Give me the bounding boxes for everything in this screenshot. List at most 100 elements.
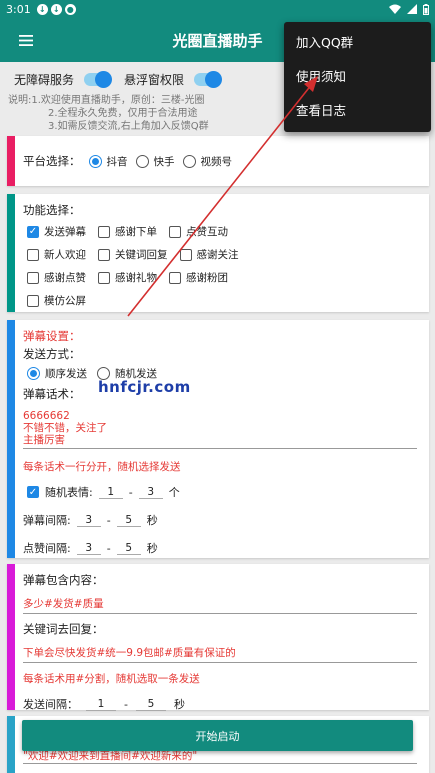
battery-icon (423, 3, 429, 15)
checkbox-icon (98, 271, 110, 284)
menu-item-view-log[interactable]: 查看日志 (284, 92, 431, 126)
send-mode-label: 发送方式： (23, 347, 81, 361)
send-interval-label: 发送间隔： (23, 698, 78, 711)
checkbox-icon (169, 271, 181, 284)
feature-thank-follow[interactable]: 感谢关注 (179, 247, 239, 262)
feature-thank-like[interactable]: 感谢点赞 (27, 270, 86, 285)
script-hint: 每条话术一行分开，随机选择发送 (23, 461, 181, 473)
watermark: hnfcjr.com (98, 378, 191, 396)
checkbox-icon (27, 248, 39, 261)
checkbox-icon (27, 294, 39, 307)
option-label: 视频号 (200, 155, 233, 168)
feature-label: 发送弹幕 (44, 226, 86, 238)
checkbox-icon (98, 225, 110, 238)
feature-thank-gift[interactable]: 感谢礼物 (98, 270, 157, 285)
menu-item-join-qq-group[interactable]: 加入QQ群 (284, 24, 431, 58)
range-dash: - (128, 485, 133, 499)
app-notification-icon: ● (64, 3, 76, 15)
danmu-interval-label: 弹幕间隔: (23, 514, 71, 527)
danmu-interval-min-input[interactable]: 3 (76, 514, 101, 527)
hamburger-icon (19, 34, 33, 46)
option-label: 抖音 (106, 155, 128, 168)
start-button[interactable]: 开始启动 (22, 720, 413, 751)
script-line: 主播厉害 (23, 434, 65, 446)
accessibility-switch[interactable] (84, 70, 113, 88)
feature-welcome-new[interactable]: 新人欢迎 (27, 247, 86, 262)
keyword-card-accent (7, 564, 15, 710)
like-interval-max-input[interactable]: 5 (116, 542, 141, 555)
danmu-card-accent (7, 320, 15, 558)
overflow-menu: 加入QQ群 使用须知 查看日志 (284, 22, 431, 132)
welcome-card-accent (7, 716, 15, 773)
feature-thank-order[interactable]: 感谢下单 (98, 224, 157, 239)
accessibility-toggle-group: 无障碍服务 (14, 70, 113, 88)
checkbox-icon (169, 225, 181, 238)
random-emoji-checkbox[interactable]: ✓ (27, 486, 39, 498)
feature-send-danmu[interactable]: ✓ 发送弹幕 (27, 224, 86, 239)
mode-sequential[interactable]: 顺序发送 (27, 366, 87, 381)
range-dash: - (106, 513, 111, 527)
script-label: 弹幕话术： (23, 387, 81, 401)
emoji-min-input[interactable]: 1 (98, 486, 123, 499)
contains-input[interactable]: 多少#发货#质量 (23, 596, 417, 614)
send-interval-max-input[interactable]: 5 (135, 698, 166, 711)
emoji-max-input[interactable]: 3 (138, 486, 163, 499)
send-interval-unit: 秒 (173, 698, 185, 711)
send-interval-min-input[interactable]: 1 (86, 698, 116, 711)
feature-thank-fanclub[interactable]: 感谢粉团 (169, 270, 228, 285)
feature-keyword-reply[interactable]: 关键词回复 (98, 247, 168, 262)
random-emoji-label: 随机表情: (45, 486, 93, 499)
checkbox-checked-icon: ✓ (27, 225, 39, 238)
like-interval-label: 点赞间隔: (23, 542, 71, 555)
reply-label: 关键词去回复： (23, 622, 104, 636)
feature-label: 感谢礼物 (115, 272, 157, 284)
feature-label: 新人欢迎 (44, 249, 86, 261)
hamburger-menu-button[interactable] (0, 18, 52, 62)
platform-option-douyin[interactable]: 抖音 (88, 154, 128, 169)
danmu-interval-max-input[interactable]: 5 (116, 514, 141, 527)
checkbox-icon (98, 248, 110, 261)
danmu-script-input[interactable]: 6666662 不错不错，关注了 主播厉害 (23, 410, 417, 449)
download-notification-icon: ↓ (36, 3, 48, 15)
feature-label: 感谢关注 (196, 249, 239, 261)
platform-card-accent (7, 136, 15, 186)
radio-icon (182, 154, 196, 168)
platform-label: 平台选择： (23, 154, 81, 168)
feature-imitate-screen[interactable]: 模仿公屏 (27, 293, 86, 308)
download-notification-icon-2: ↓ (50, 3, 62, 15)
range-dash: - (124, 697, 128, 711)
floating-window-label: 悬浮窗权限 (124, 72, 185, 87)
wifi-icon (389, 4, 401, 14)
radio-icon (88, 154, 102, 168)
platform-card: 平台选择： 抖音 快手 视频号 (7, 136, 429, 186)
platform-option-shipinhao[interactable]: 视频号 (182, 154, 233, 169)
danmu-settings-card: 弹幕设置： 发送方式： 顺序发送 随机发送 弹幕话术： 6666662 不错不错… (7, 320, 429, 558)
interval-unit: 秒 (146, 514, 158, 527)
features-card: 功能选择： ✓ 发送弹幕 感谢下单 点赞互动 新人欢迎 关键词回复 感谢关注 感谢… (7, 194, 429, 312)
contains-label: 弹幕包含内容： (23, 573, 104, 587)
switch-knob (205, 70, 223, 88)
feature-label: 点赞互动 (186, 226, 228, 238)
status-time: 3:01 (6, 2, 31, 16)
feature-label: 感谢点赞 (44, 272, 86, 284)
accessibility-label: 无障碍服务 (14, 72, 75, 87)
option-label: 顺序发送 (45, 368, 87, 380)
like-interval-min-input[interactable]: 3 (76, 542, 101, 555)
range-dash: - (106, 541, 111, 555)
feature-label: 感谢粉团 (186, 272, 228, 284)
menu-item-usage-notice[interactable]: 使用须知 (284, 58, 431, 92)
features-card-accent (7, 194, 15, 312)
radio-icon (27, 367, 40, 380)
option-label: 快手 (153, 155, 175, 168)
feature-like-interact[interactable]: 点赞互动 (169, 224, 228, 239)
radio-icon (135, 154, 149, 168)
script-line: 6666662 (23, 410, 70, 422)
floating-window-switch[interactable] (194, 70, 223, 88)
keyword-hint: 每条话术用#分割，随机选取一条发送 (23, 673, 200, 685)
signal-icon (407, 4, 417, 14)
switch-knob (95, 70, 113, 88)
like-interval-unit: 秒 (146, 542, 158, 555)
reply-input[interactable]: 下单会尽快发货#统一9.9包邮#质量有保证的 (23, 645, 417, 663)
platform-option-kuaishou[interactable]: 快手 (135, 154, 175, 169)
emoji-unit: 个 (168, 486, 180, 499)
